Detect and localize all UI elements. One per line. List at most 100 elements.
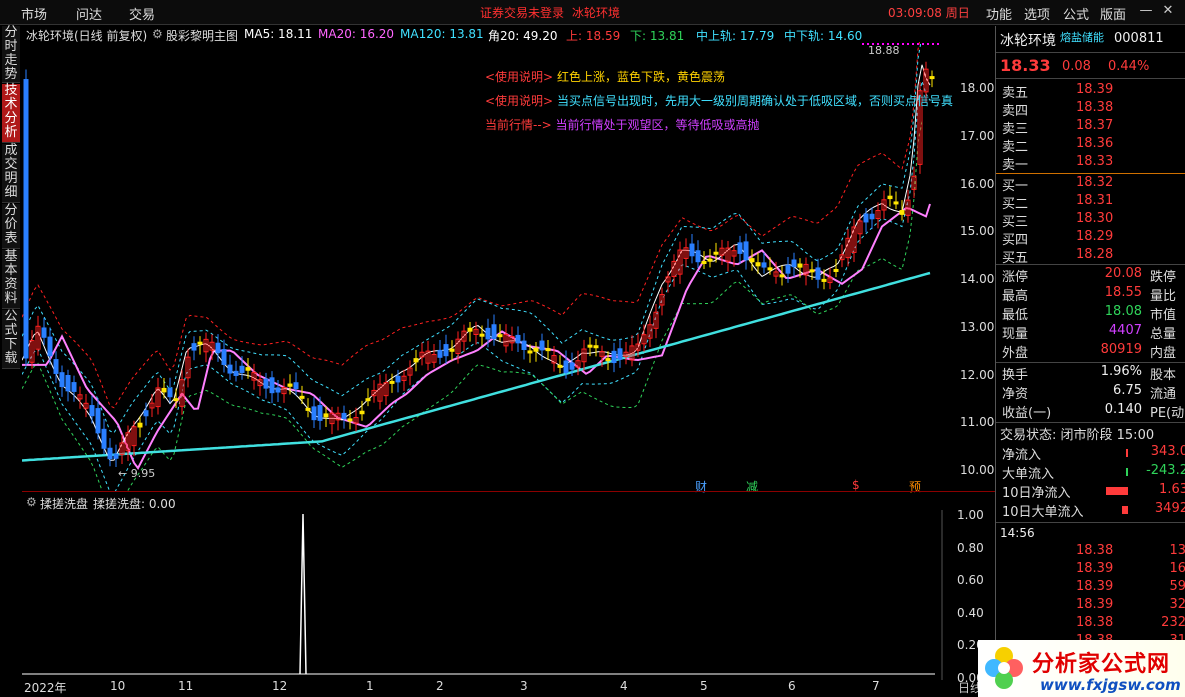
- close-icon[interactable]: ✕: [1160, 3, 1176, 19]
- bid-row[interactable]: 买四 18.29: [1000, 229, 1182, 248]
- trading-status: 交易状态: 闭市阶段 15:00: [1000, 428, 1155, 443]
- candle-body: [221, 349, 227, 365]
- candle-body: [605, 358, 611, 362]
- stat-label-2: PE(动): [1150, 406, 1185, 421]
- pane-divider[interactable]: [22, 491, 995, 492]
- price-tick-label: 12.00: [960, 367, 995, 382]
- tab-intraday[interactable]: 分时走势: [2, 26, 20, 83]
- stat-label: 最低: [1002, 308, 1029, 323]
- month-label: 4: [620, 679, 628, 693]
- candle-body: [191, 343, 197, 351]
- bid-row[interactable]: 买一 18.32: [1000, 175, 1182, 194]
- candle-body: [467, 327, 473, 332]
- note-label: <使用说明>: [485, 70, 554, 84]
- ask-row[interactable]: 卖一 18.33: [1000, 154, 1182, 173]
- sub-indicator-chart[interactable]: [22, 510, 995, 680]
- concept-tag[interactable]: 熔盐储能: [1060, 29, 1104, 45]
- minimize-icon[interactable]: —: [1138, 3, 1154, 19]
- month-label: 10: [110, 679, 126, 693]
- candle-body: [299, 395, 305, 399]
- tick-row[interactable]: 18.39 32: [1000, 597, 1185, 615]
- tick-volume: 32: [1169, 597, 1185, 612]
- event-marker[interactable]: 财: [695, 478, 707, 495]
- price-change: 0.08: [1062, 59, 1091, 74]
- note-text: 当前行情处于观望区，等待低吸或高抛: [555, 118, 760, 132]
- candle-body: [263, 378, 269, 389]
- menu-options[interactable]: 选项: [1024, 4, 1050, 23]
- event-marker[interactable]: $: [852, 478, 860, 492]
- stat-value: 6.75: [1113, 383, 1142, 398]
- candle-body: [833, 268, 839, 272]
- flow-label: 净流入: [1002, 448, 1042, 463]
- stat-label: 净资: [1002, 387, 1029, 402]
- ask-row[interactable]: 卖四 18.38: [1000, 100, 1182, 119]
- bid-row[interactable]: 买五 18.28: [1000, 247, 1182, 266]
- menu-formula[interactable]: 公式: [1063, 4, 1089, 23]
- sub-tick-label: 0.80: [957, 540, 984, 555]
- candle-body: [275, 387, 281, 393]
- tick-time: 14:56: [1000, 526, 1035, 540]
- tick-row[interactable]: 18.39 59: [1000, 579, 1185, 597]
- menu-function[interactable]: 功能: [986, 4, 1012, 23]
- stat-value: 20.08: [1104, 266, 1142, 281]
- stat-label: 收益(一): [1002, 406, 1052, 421]
- candle-body: [713, 251, 719, 255]
- candle-body: [41, 327, 47, 338]
- candle-body: [701, 261, 707, 265]
- stock-name: 冰轮环境: [1000, 33, 1056, 49]
- settings-icon[interactable]: ⚙: [152, 27, 163, 41]
- tick-price: 18.39: [1076, 561, 1114, 576]
- usage-notes: <使用说明> 红色上涨，蓝色下跌，黄色震荡 <使用说明> 当买点信号出现时，先用…: [485, 68, 953, 133]
- month-label: 6: [788, 679, 796, 693]
- tab-fundamentals[interactable]: 基本资料: [2, 250, 20, 309]
- tab-technical[interactable]: 技术分析: [2, 84, 20, 143]
- tick-price: 18.39: [1076, 597, 1114, 612]
- flow-bar: [1126, 468, 1128, 476]
- event-marker[interactable]: 预: [909, 478, 921, 495]
- stat-label-2: 跌停: [1150, 270, 1177, 285]
- candle-body: [227, 364, 233, 374]
- login-notice[interactable]: 证券交易未登录: [480, 4, 564, 21]
- stat-value: 0.140: [1104, 402, 1142, 417]
- bid-row[interactable]: 买三 18.30: [1000, 211, 1182, 230]
- stock-notice: 冰轮环境: [572, 6, 621, 20]
- stat-label-2: 流通: [1150, 387, 1177, 402]
- tick-row[interactable]: 18.38 13: [1000, 543, 1185, 561]
- tab-formula-download[interactable]: 公式下载: [2, 310, 20, 369]
- candle-body: [395, 375, 401, 383]
- top-menu-bar: 市场 问达 交易 证券交易未登录 冰轮环境 03:09:08 周日 功能 选项 …: [0, 0, 1185, 25]
- flow-bar: [1122, 506, 1128, 514]
- month-label: 11: [178, 679, 194, 693]
- flow-value: -243.2: [1146, 463, 1185, 478]
- tick-price: 18.38: [1076, 543, 1114, 558]
- bid-price: 18.30: [1076, 211, 1114, 226]
- candle-body: [341, 412, 347, 420]
- tab-price-table[interactable]: 分价表: [2, 204, 20, 249]
- flow-label: 大单流入: [1002, 467, 1055, 482]
- candle-body: [497, 334, 503, 338]
- menu-wenda[interactable]: 问达: [76, 4, 102, 23]
- tick-row[interactable]: 18.39 16: [1000, 561, 1185, 579]
- sub-settings-icon[interactable]: ⚙: [26, 495, 37, 509]
- ask-row[interactable]: 卖三 18.37: [1000, 118, 1182, 137]
- candle-body: [695, 250, 701, 263]
- menu-layout[interactable]: 版面: [1100, 4, 1126, 23]
- bid-row[interactable]: 买二 18.31: [1000, 193, 1182, 212]
- month-label: 1: [366, 679, 374, 693]
- note-label: 当前行情-->: [485, 118, 552, 132]
- tab-trades[interactable]: 成交明细: [2, 144, 20, 203]
- ma5-value: MA5: 18.11: [244, 27, 313, 41]
- event-marker[interactable]: 减: [746, 478, 758, 495]
- ma120-value: MA120: 13.81: [400, 27, 484, 41]
- tick-row[interactable]: 18.38 232: [1000, 615, 1185, 633]
- stat-label: 换手: [1002, 368, 1029, 383]
- candle-body: [293, 382, 299, 390]
- stat-value: 80919: [1100, 342, 1142, 357]
- month-label: 12: [272, 679, 288, 693]
- bid-price: 18.28: [1076, 247, 1114, 262]
- ask-row[interactable]: 卖二 18.36: [1000, 136, 1182, 155]
- ask-row[interactable]: 卖五 18.39: [1000, 82, 1182, 101]
- menu-trade[interactable]: 交易: [129, 4, 155, 23]
- ask-label: 卖一: [1002, 158, 1029, 173]
- menu-market[interactable]: 市场: [21, 4, 47, 23]
